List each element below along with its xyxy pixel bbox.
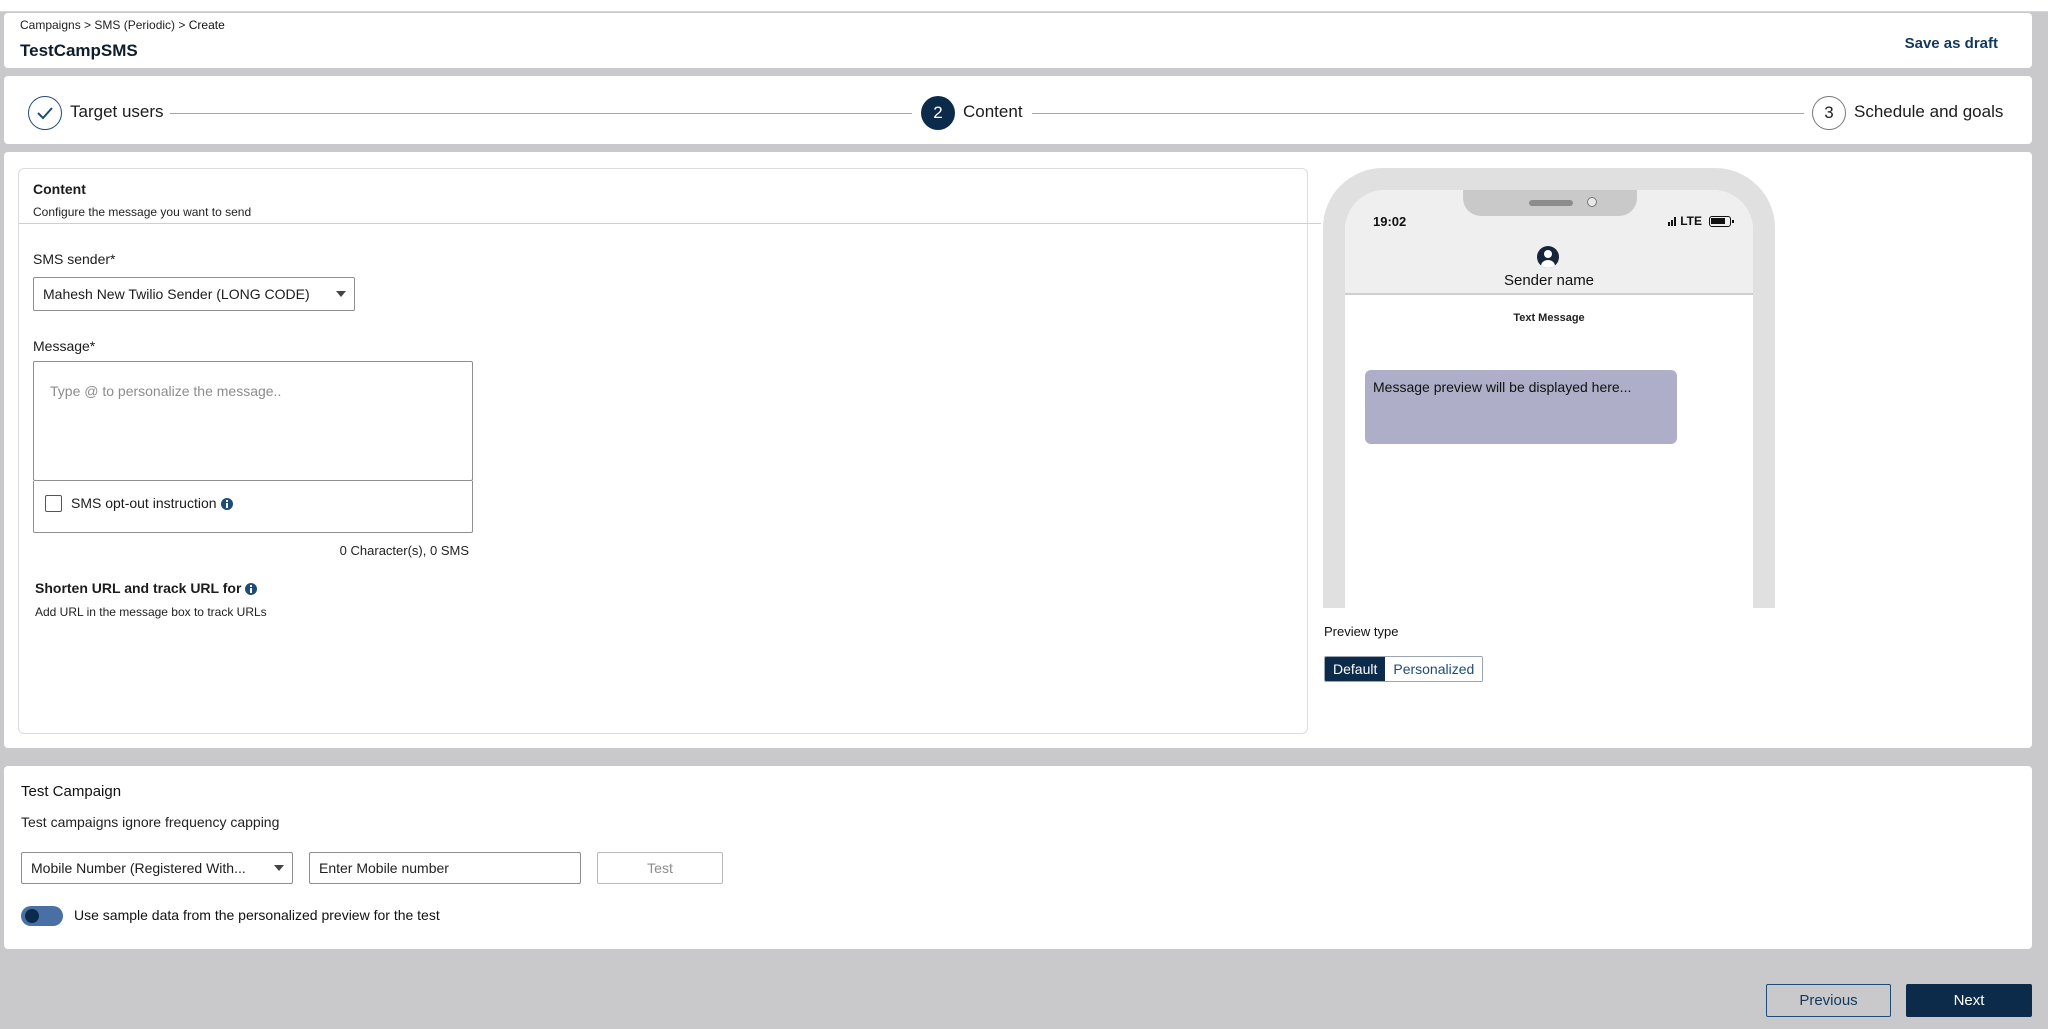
phone-header: 19:02 LTE Sender name xyxy=(1345,190,1753,295)
preview-personalized-button[interactable]: Personalized xyxy=(1385,657,1483,681)
phone-notch xyxy=(1463,190,1637,216)
sms-sender-value: Mahesh New Twilio Sender (LONG CODE) xyxy=(43,286,310,302)
step-connector xyxy=(170,113,912,114)
message-bubble: Message preview will be displayed here..… xyxy=(1365,370,1677,444)
shorten-url-label: Shorten URL and track URL for xyxy=(35,580,242,596)
save-as-draft-button[interactable]: Save as draft xyxy=(1905,35,1998,52)
main-panel: Content Configure the message you want t… xyxy=(4,152,2032,748)
message-label: Message* xyxy=(33,338,96,354)
test-campaign-title: Test Campaign xyxy=(21,783,122,800)
test-type-select[interactable]: Mobile Number (Registered With... xyxy=(21,852,293,884)
previous-button[interactable]: Previous xyxy=(1766,984,1891,1017)
avatar-icon xyxy=(1537,246,1559,268)
step-2-number: 2 xyxy=(921,96,955,130)
breadcrumb-current: Create xyxy=(188,18,225,32)
sms-sender-label: SMS sender* xyxy=(33,251,116,267)
preview-type-toggle: Default Personalized xyxy=(1324,656,1484,682)
phone-screen: 19:02 LTE Sender name Text Message Messa… xyxy=(1345,190,1753,608)
signal-icon xyxy=(1668,216,1677,226)
phone-preview: 19:02 LTE Sender name Text Message Messa… xyxy=(1323,168,1775,608)
speaker xyxy=(1529,200,1573,206)
phone-status: LTE xyxy=(1668,214,1734,228)
next-button[interactable]: Next xyxy=(1906,984,2032,1017)
top-strip xyxy=(0,0,2048,12)
info-icon[interactable] xyxy=(220,498,233,511)
phone-time: 19:02 xyxy=(1373,214,1407,229)
sample-data-toggle[interactable] xyxy=(21,906,63,926)
divider xyxy=(19,223,1321,224)
shorten-url-subtitle: Add URL in the message box to track URLs xyxy=(35,605,267,619)
content-card: Content Configure the message you want t… xyxy=(18,168,1321,734)
page-title: TestCampSMS xyxy=(20,41,138,60)
test-campaign-subtitle: Test campaigns ignore frequency capping xyxy=(21,814,280,830)
step-content: Content xyxy=(963,102,1023,121)
message-placeholder: Type @ to personalize the message.. xyxy=(50,383,282,399)
battery-icon xyxy=(1709,215,1734,227)
camera-icon xyxy=(1587,197,1597,207)
test-button[interactable]: Test xyxy=(597,852,723,884)
preview-type-label: Preview type xyxy=(1324,624,1399,639)
breadcrumb: Campaigns > SMS (Periodic) > Create xyxy=(20,18,225,32)
content-subtitle: Configure the message you want to send xyxy=(33,205,252,219)
mobile-number-input[interactable]: Enter Mobile number xyxy=(309,852,581,884)
info-icon[interactable] xyxy=(245,583,258,596)
step-target-users[interactable]: Target users xyxy=(70,102,164,122)
message-textarea[interactable]: Type @ to personalize the message.. xyxy=(33,361,473,481)
network-label: LTE xyxy=(1680,214,1702,228)
optout-label: SMS opt-out instruction xyxy=(71,495,217,511)
step-schedule-and-goals[interactable]: Schedule and goals xyxy=(1854,102,2003,122)
chevron-down-icon xyxy=(336,291,346,297)
phone-sender-name: Sender name xyxy=(1503,272,1595,289)
toggle-knob xyxy=(25,909,39,923)
breadcrumb-path[interactable]: Campaigns > SMS (Periodic) > xyxy=(20,18,189,32)
step-3-number[interactable]: 3 xyxy=(1812,96,1846,130)
step-connector xyxy=(1032,113,1804,114)
character-count: 0 Character(s), 0 SMS xyxy=(339,543,469,558)
shorten-url-title: Shorten URL and track URL for xyxy=(35,580,258,596)
chevron-down-icon xyxy=(274,865,284,871)
page-header: Campaigns > SMS (Periodic) > Create Test… xyxy=(4,13,2032,68)
stepper: Target users 2 Content 3 Schedule and go… xyxy=(4,76,2032,144)
sms-sender-select[interactable]: Mahesh New Twilio Sender (LONG CODE) xyxy=(33,277,355,311)
optout-label-wrap: SMS opt-out instruction xyxy=(71,495,233,511)
content-title: Content xyxy=(33,181,86,197)
optout-row: SMS opt-out instruction xyxy=(33,481,473,533)
test-type-value: Mobile Number (Registered With... xyxy=(31,860,246,876)
sample-data-label: Use sample data from the personalized pr… xyxy=(74,907,440,923)
preview-default-button[interactable]: Default xyxy=(1325,657,1386,681)
step-1-check-icon[interactable] xyxy=(28,96,62,130)
text-message-label: Text Message xyxy=(1513,312,1585,324)
test-campaign-card: Test Campaign Test campaigns ignore freq… xyxy=(4,766,2032,949)
optout-checkbox[interactable] xyxy=(45,495,62,512)
